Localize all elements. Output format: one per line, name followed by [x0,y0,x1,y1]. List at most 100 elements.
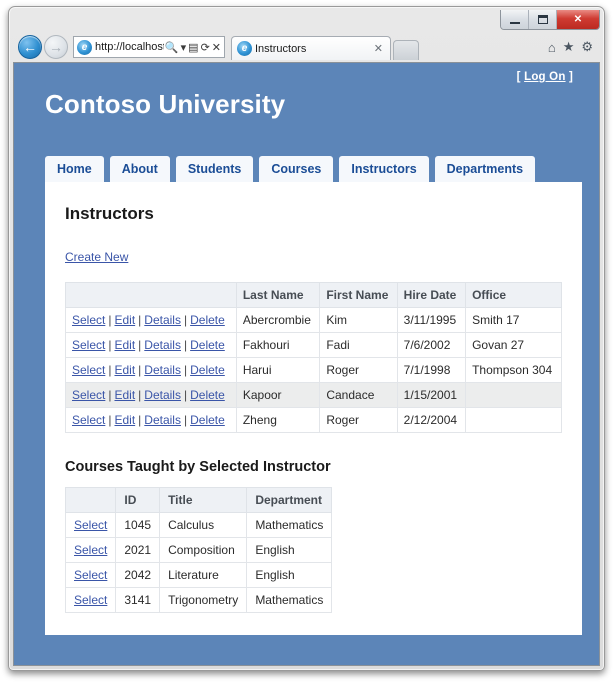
delete-link[interactable]: Delete [190,338,225,352]
action-separator: | [183,412,188,427]
details-link[interactable]: Details [144,313,181,327]
table-row[interactable]: Select | Edit | Details | Delete Fakhouri Fadi 7/… [65,331,562,358]
stop-icon[interactable]: ✕ [211,41,222,54]
select-link[interactable]: Select [74,593,107,607]
table-row[interactable]: Select | Edit | Details | Delete Zheng Roger 2/12… [65,406,562,433]
menu-item-departments[interactable]: Departments [434,156,536,182]
details-link[interactable]: Details [144,363,181,377]
menu-item-about[interactable]: About [109,156,170,182]
browser-tab-instructors[interactable]: e Instructors ✕ [231,36,391,60]
edit-link[interactable]: Edit [114,338,135,352]
create-new-link[interactable]: Create New [65,250,128,264]
action-separator: | [183,387,188,402]
select-link[interactable]: Select [72,313,105,327]
select-link[interactable]: Select [72,338,105,352]
table-row[interactable]: Select 3141 Trigonometry Mathematics [64,586,333,613]
cell-id: 1045 [115,511,161,538]
login-bracket-open: [ [516,71,521,83]
cell-last-name: Harui [235,356,321,383]
action-separator: | [138,337,142,352]
close-button[interactable]: ✕ [557,10,599,29]
refresh-icon[interactable]: ⟳ [200,41,211,54]
select-link[interactable]: Select [72,388,105,402]
details-link[interactable]: Details [144,338,181,352]
cell-hire-date: 2/12/2004 [396,406,467,433]
cell-first-name: Candace [319,381,398,408]
cell-last-name: Fakhouri [235,331,321,358]
menu-item-courses[interactable]: Courses [259,156,334,182]
action-separator: | [138,362,142,377]
table-row[interactable]: Select 2042 Literature English [64,561,333,588]
delete-link[interactable]: Delete [190,388,225,402]
row-actions: Select | Edit | Details | Delete [65,356,237,383]
edit-link[interactable]: Edit [114,413,135,427]
courses-section-heading: Courses Taught by Selected Instructor [65,458,331,475]
search-icon[interactable]: 🔍 [164,41,180,54]
select-link[interactable]: Select [72,363,105,377]
table-row[interactable]: Select | Edit | Details | Delete Harui Roger 7/1/… [65,356,562,383]
row-actions: Select | Edit | Details | Delete [65,406,237,433]
cell-title: Trigonometry [159,586,248,613]
delete-link[interactable]: Delete [190,363,225,377]
tab-favicon-icon: e [237,41,252,56]
menu-item-home[interactable]: Home [45,156,104,182]
address-input[interactable]: http://localhost: [95,41,164,53]
maximize-button[interactable] [529,10,557,29]
cell-title: Composition [159,536,248,563]
browser-tools: ⌂ ★ ⚙ [548,39,597,55]
delete-link[interactable]: Delete [190,413,225,427]
delete-link[interactable]: Delete [190,313,225,327]
table-row[interactable]: Select | Edit | Details | Delete Kapoor Candace 1… [65,381,562,408]
action-separator: | [138,387,142,402]
content-card: Instructors Create New Last Name First N… [45,181,582,635]
select-link[interactable]: Select [72,413,105,427]
details-link[interactable]: Details [144,413,181,427]
address-bar[interactable]: e http://localhost: 🔍 ▾ ▤ ⟳ ✕ [73,36,225,58]
column-header-department: Department [246,486,333,513]
action-separator: | [138,412,142,427]
create-new-row: Create New [65,248,562,266]
column-header-actions [65,281,237,308]
cell-last-name: Kapoor [235,381,321,408]
new-tab-button[interactable] [393,40,419,60]
chevron-down-icon[interactable]: ▾ [180,41,188,54]
select-link[interactable]: Select [74,518,107,532]
menu-item-instructors[interactable]: Instructors [339,156,429,182]
cell-department: English [246,536,333,563]
table-row[interactable]: Select 1045 Calculus Mathematics [64,511,333,538]
edit-link[interactable]: Edit [114,313,135,327]
window-controls: ✕ [500,10,600,30]
select-link[interactable]: Select [74,568,107,582]
settings-gear-icon[interactable]: ⚙ [581,39,593,55]
cell-hire-date: 7/6/2002 [396,331,467,358]
forward-button[interactable]: → [44,35,68,59]
column-header-last-name: Last Name [235,281,321,308]
minimize-button[interactable] [501,10,529,29]
edit-link[interactable]: Edit [114,363,135,377]
cell-office: Govan 27 [465,331,562,358]
log-on-link[interactable]: Log On [524,71,565,83]
tab-close-icon[interactable]: ✕ [371,42,386,55]
select-link[interactable]: Select [74,543,107,557]
courses-table: ID Title Department Select 1045 Calculus Ma… [64,486,333,613]
menu-item-students[interactable]: Students [175,156,254,182]
cell-hire-date: 1/15/2001 [396,381,467,408]
edit-link[interactable]: Edit [114,388,135,402]
table-row[interactable]: Select 2021 Composition English [64,536,333,563]
table-header-row: Last Name First Name Hire Date Office [65,281,562,308]
column-header-select [64,486,117,513]
back-button[interactable]: ← [18,35,42,59]
favorites-star-icon[interactable]: ★ [563,39,575,55]
cell-id: 3141 [115,586,161,613]
compatibility-view-icon[interactable]: ▤ [187,41,199,54]
cell-department: Mathematics [246,511,333,538]
tab-strip: e Instructors ✕ [231,34,548,60]
cell-hire-date: 7/1/1998 [396,356,467,383]
column-header-id: ID [115,486,161,513]
table-row[interactable]: Select | Edit | Details | Delete Abercrombie Kim… [65,306,562,333]
cell-department: Mathematics [246,586,333,613]
details-link[interactable]: Details [144,388,181,402]
home-icon[interactable]: ⌂ [548,40,556,55]
cell-first-name: Roger [319,356,398,383]
table-header-row: ID Title Department [64,486,333,513]
